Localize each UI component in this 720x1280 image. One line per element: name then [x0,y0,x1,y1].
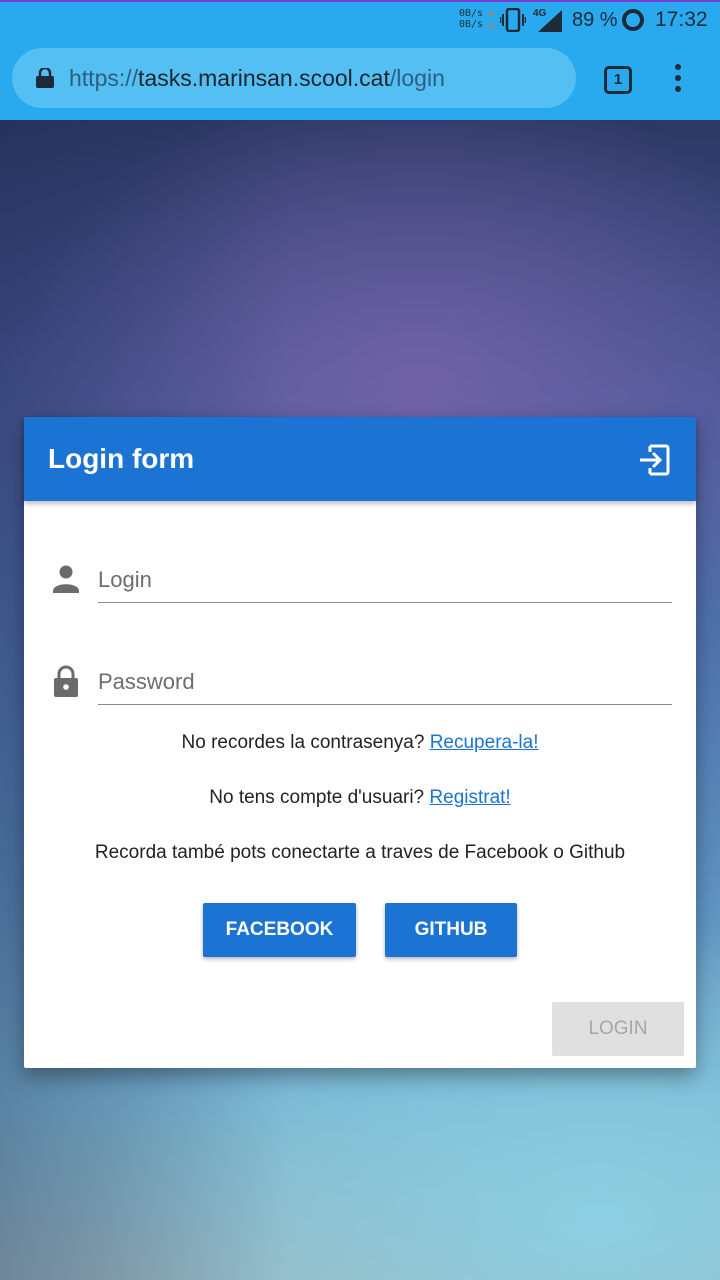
login-input[interactable] [98,557,672,603]
url-host: tasks.marinsan.scool.cat [138,65,390,91]
github-button[interactable]: GITHUB [385,903,517,957]
lock-icon [54,665,78,697]
network-speed: 0B/s 0B/s [459,8,483,30]
address-bar[interactable]: https://tasks.marinsan.scool.cat/login [12,48,576,108]
browser-toolbar: https://tasks.marinsan.scool.cat/login 1 [0,38,720,120]
card-header: Login form [24,417,696,501]
signal-icon [538,10,562,32]
password-input[interactable] [98,659,672,705]
battery-percent: 89 % [572,9,618,31]
forgot-password-line: No recordes la contrasenya? Recupera-la! [24,732,696,754]
url-path: /login [389,65,445,91]
data-arrows-icon [487,10,495,30]
register-text: No tens compte d'usuari? [209,787,425,808]
clock: 17:32 [655,8,708,31]
status-bar: 0B/s 0B/s 4G 89 % 17:32 [0,0,720,38]
card-title: Login form [48,443,195,474]
recover-password-link[interactable]: Recupera-la! [430,732,539,753]
social-login-hint: Recorda també pots conectarte a traves d… [94,842,626,863]
overflow-menu-icon[interactable] [670,64,686,94]
login-field-row [24,549,696,609]
net-down-speed: 0B/s [459,19,484,30]
password-field-row [24,651,696,711]
exit-to-app-icon[interactable] [638,444,670,476]
person-icon [53,565,79,593]
forgot-password-text: No recordes la contrasenya? [181,732,425,753]
vibrate-icon [500,8,526,32]
lock-icon [36,68,54,88]
url-text: https://tasks.marinsan.scool.cat/login [69,65,445,92]
url-scheme: https:// [69,65,139,91]
net-up-speed: 0B/s [459,8,484,19]
login-card: Login form No recordes la contrasenya? R… [24,417,696,1068]
register-line: No tens compte d'usuari? Registrat! [24,787,696,809]
tab-switcher-button[interactable]: 1 [604,66,632,94]
register-link[interactable]: Registrat! [429,787,510,808]
login-button[interactable]: LOGIN [552,1002,684,1056]
facebook-button[interactable]: FACEBOOK [203,903,356,957]
battery-icon [622,9,644,31]
